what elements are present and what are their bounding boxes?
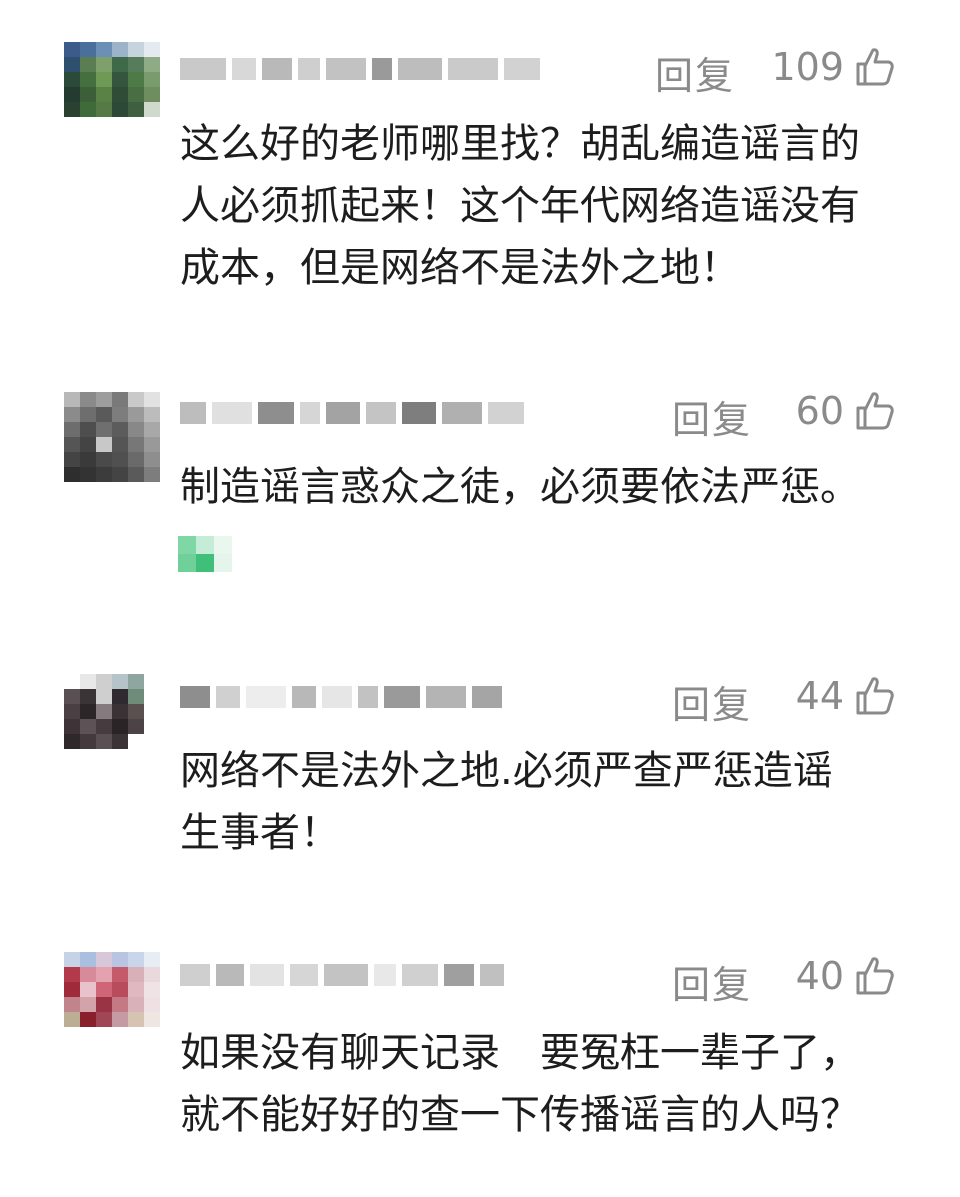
comment-text-line: 如果没有聊天记录 要冤枉一辈子了， bbox=[180, 1030, 860, 1076]
thumbs-up-icon[interactable] bbox=[852, 44, 896, 88]
comment-text-line: 成本，但是网络不是法外之地！ bbox=[180, 245, 740, 291]
thumbs-up-icon[interactable] bbox=[852, 388, 896, 432]
comment-text-line: 网络不是法外之地.必须严查严惩造谣 bbox=[180, 748, 833, 794]
like-count: 40 bbox=[795, 954, 844, 998]
like-count: 109 bbox=[771, 45, 844, 89]
avatar[interactable] bbox=[64, 952, 160, 1042]
comment-text: 这么好的老师哪里找？胡乱编造谣言的 人必须抓起来！这个年代网络造谣没有 成本，但… bbox=[180, 113, 920, 299]
like-count: 60 bbox=[795, 389, 844, 433]
like-count: 44 bbox=[795, 674, 844, 718]
comment-text-line: 就不能好好的查一下传播谣言的人吗？ bbox=[180, 1092, 860, 1138]
sticker-image bbox=[178, 536, 250, 572]
thumbs-up-icon[interactable] bbox=[852, 673, 896, 717]
comment-text-line: 制造谣言惑众之徒，必须要依法严惩。 bbox=[180, 464, 860, 510]
username-redacted[interactable] bbox=[180, 52, 540, 86]
reply-button[interactable]: 回复 bbox=[655, 45, 735, 100]
comment-text: 网络不是法外之地.必须严查严惩造谣 生事者！ bbox=[180, 740, 920, 864]
username-redacted[interactable] bbox=[180, 958, 504, 992]
thumbs-up-icon[interactable] bbox=[852, 953, 896, 997]
username-redacted[interactable] bbox=[180, 680, 502, 714]
avatar[interactable] bbox=[64, 392, 160, 482]
reply-button[interactable]: 回复 bbox=[672, 389, 752, 444]
comment-text-line: 人必须抓起来！这个年代网络造谣没有 bbox=[180, 183, 860, 229]
avatar[interactable] bbox=[64, 42, 160, 132]
reply-button[interactable]: 回复 bbox=[672, 954, 752, 1009]
comment-text-line: 这么好的老师哪里找？胡乱编造谣言的 bbox=[180, 121, 860, 167]
reply-button[interactable]: 回复 bbox=[672, 674, 752, 729]
comment-text: 制造谣言惑众之徒，必须要依法严惩。 bbox=[180, 456, 920, 518]
comment-text-line: 生事者！ bbox=[180, 810, 340, 856]
avatar[interactable] bbox=[64, 674, 160, 764]
comment-text: 如果没有聊天记录 要冤枉一辈子了， 就不能好好的查一下传播谣言的人吗？ bbox=[180, 1022, 920, 1146]
username-redacted[interactable] bbox=[180, 396, 524, 430]
